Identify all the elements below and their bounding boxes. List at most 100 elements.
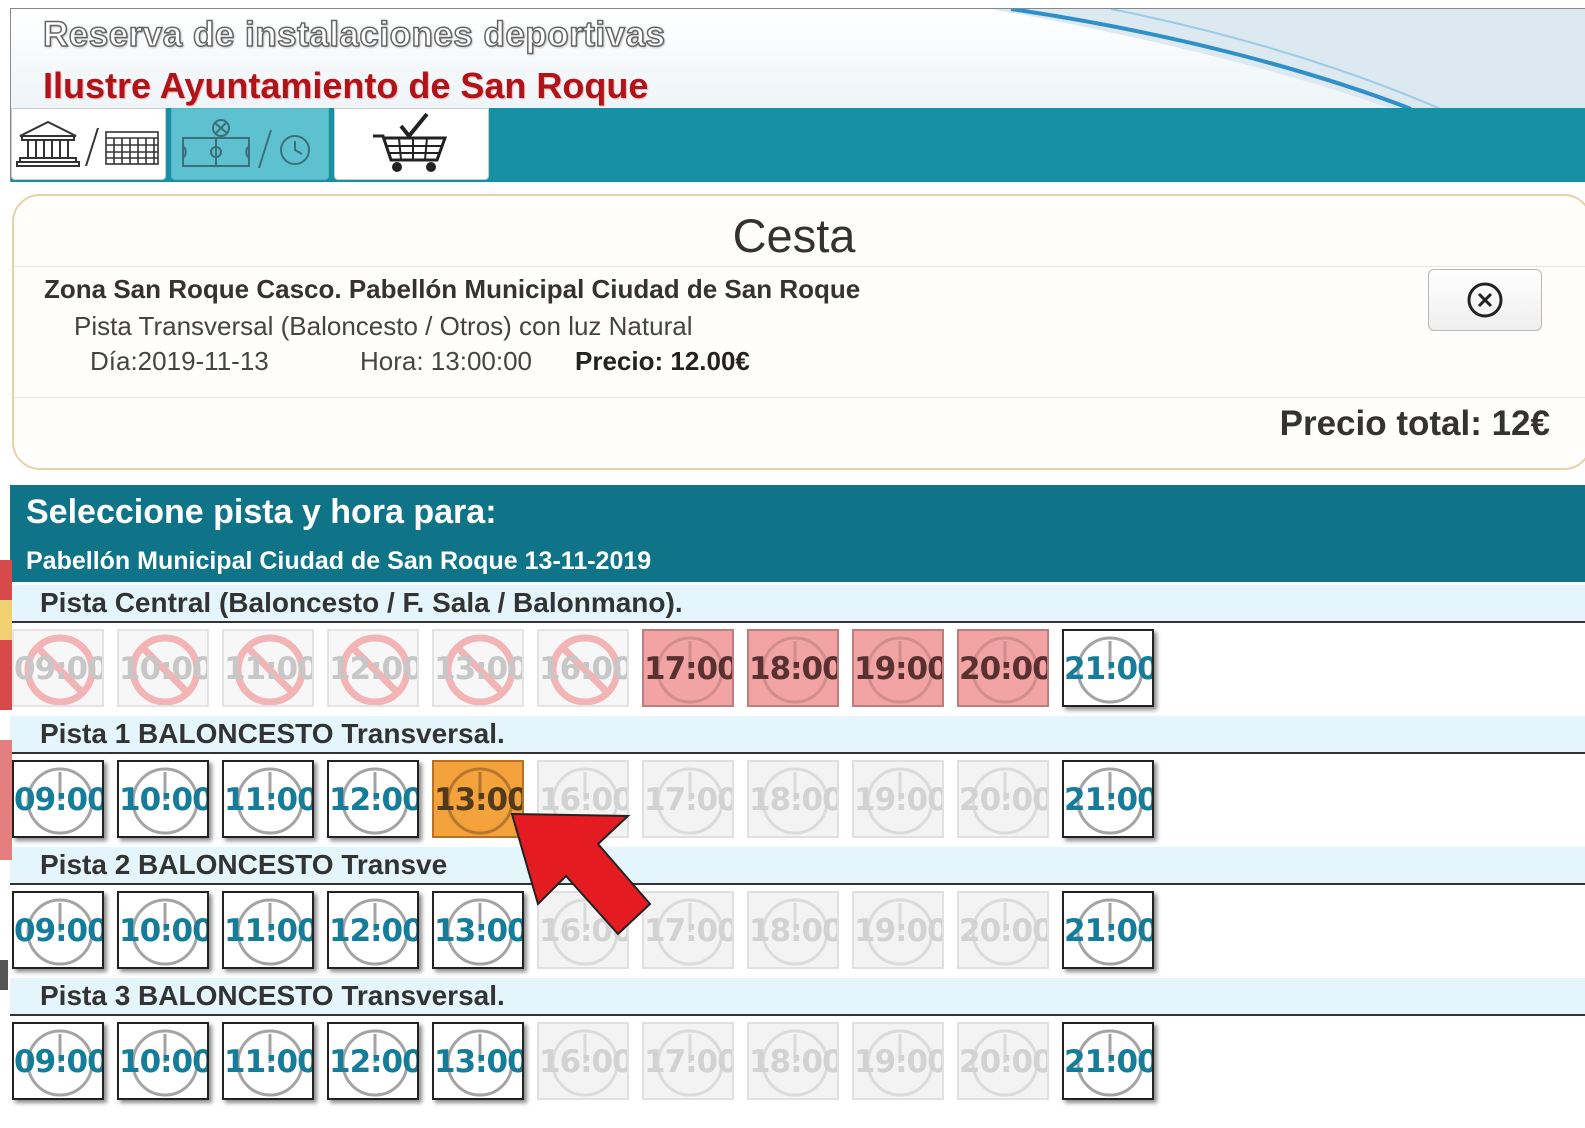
court-selection-header: Seleccione pista y hora para: Pabellón M… — [10, 485, 1585, 582]
time-slot-label: 18:00 — [749, 651, 839, 687]
time-slot-button[interactable]: 21:00 — [1062, 1022, 1154, 1100]
time-slot-button[interactable]: 09:00 — [12, 760, 104, 838]
cart-title: Cesta — [732, 209, 856, 262]
court-name: Pista 1 BALONCESTO Transversal. — [40, 718, 505, 749]
time-slot-button[interactable]: 09:00 — [12, 891, 104, 969]
time-slot-label: 20:00 — [959, 1044, 1049, 1080]
time-slot-label: 11:00 — [224, 651, 314, 687]
time-slot-button[interactable]: 21:00 — [1062, 629, 1154, 707]
courts-icon — [182, 119, 250, 167]
time-slot-label: 18:00 — [749, 1044, 839, 1080]
time-slot-button: 18:00 — [747, 1022, 839, 1100]
time-slot-label: 12:00 — [329, 651, 419, 687]
divider — [14, 397, 1585, 398]
court-name: Pista Central (Baloncesto / F. Sala / Ba… — [40, 587, 683, 618]
time-slot-button: 13:00 — [432, 629, 524, 707]
time-slot-label: 19:00 — [854, 782, 944, 818]
time-slot-label: 09:00 — [14, 1044, 104, 1080]
time-slot-button[interactable]: 21:00 — [1062, 891, 1154, 969]
time-slot-label: 17:00 — [644, 651, 734, 687]
app-window: { "header": { "title": "Reserva de insta… — [0, 0, 1585, 1128]
time-slot-label: 21:00 — [1064, 1044, 1154, 1080]
building-icon — [15, 120, 80, 167]
time-slot-label: 10:00 — [119, 913, 209, 949]
remove-item-button[interactable] — [1428, 269, 1542, 331]
time-slot-button[interactable]: 09:00 — [12, 1022, 104, 1100]
time-slot-button[interactable]: 12:00 — [327, 1022, 419, 1100]
time-slot-button: 19:00 — [852, 891, 944, 969]
court-name: Pista 2 BALONCESTO Transve — [40, 849, 448, 880]
time-slot-button: 11:00 — [222, 629, 314, 707]
time-slot-button: 16:00 — [537, 629, 629, 707]
time-slot-label: 20:00 — [959, 651, 1049, 687]
time-slot-label: 10:00 — [119, 782, 209, 818]
time-slot-label: 09:00 — [14, 782, 104, 818]
selection-subtitle: Pabellón Municipal Ciudad de San Roque 1… — [26, 547, 652, 575]
time-slot-label: 10:00 — [119, 1044, 209, 1080]
time-slot-label: 21:00 — [1064, 913, 1154, 949]
time-slot-label: 21:00 — [1064, 651, 1154, 687]
time-slot-label: 11:00 — [224, 913, 314, 949]
time-slot-button[interactable]: 21:00 — [1062, 760, 1154, 838]
time-slot-label: 09:00 — [14, 913, 104, 949]
time-slot-label: 12:00 — [329, 1044, 419, 1080]
time-slot-label: 19:00 — [854, 913, 944, 949]
time-slot-button[interactable]: 12:00 — [327, 760, 419, 838]
time-slot-label: 16:00 — [539, 651, 629, 687]
time-slot-label: 19:00 — [854, 651, 944, 687]
time-slot-button: 18:00 — [747, 629, 839, 707]
cart-check-icon — [372, 112, 447, 172]
time-slot-button: 17:00 — [642, 1022, 734, 1100]
time-slot-button[interactable]: 12:00 — [327, 891, 419, 969]
time-slot-label: 12:00 — [329, 782, 419, 818]
time-slot-button: 10:00 — [117, 629, 209, 707]
time-slot-label: 17:00 — [644, 1044, 734, 1080]
time-slot-button[interactable]: 10:00 — [117, 891, 209, 969]
time-slot-label: 21:00 — [1064, 782, 1154, 818]
divider — [14, 266, 1585, 267]
court-time-step-button[interactable] — [171, 108, 329, 180]
time-slot-button[interactable]: 11:00 — [222, 1022, 314, 1100]
clock-icon — [280, 135, 310, 165]
time-slot-button[interactable]: 13:00 — [432, 1022, 524, 1100]
cart-item-zone: Zona San Roque Casco. Pabellón Municipal… — [44, 274, 861, 304]
time-slot-button: 19:00 — [852, 629, 944, 707]
time-slot-label: 13:00 — [434, 651, 524, 687]
time-slot-label: 16:00 — [539, 1044, 629, 1080]
time-slot-label: 11:00 — [224, 782, 314, 818]
time-slot-label: 18:00 — [749, 782, 839, 818]
time-slot-button: 20:00 — [957, 1022, 1049, 1100]
time-slot-label: 11:00 — [224, 1044, 314, 1080]
calendar-icon — [104, 131, 159, 165]
court-name: Pista 3 BALONCESTO Transversal. — [40, 980, 505, 1011]
cart-step-button[interactable] — [334, 108, 489, 180]
court-label-row: Pista 3 BALONCESTO Transversal. — [10, 978, 1585, 1016]
facility-date-step-button[interactable] — [11, 108, 166, 180]
cart-item-time: Hora: 13:00:00 — [360, 346, 533, 376]
time-slot-button: 17:00 — [642, 629, 734, 707]
time-slot-label: 18:00 — [749, 913, 839, 949]
time-slot-button: 20:00 — [957, 891, 1049, 969]
time-slot-button: 16:00 — [537, 1022, 629, 1100]
time-slot-label: 10:00 — [119, 651, 209, 687]
step-toolbar — [10, 108, 1585, 182]
close-circle-icon — [1467, 282, 1503, 318]
time-slot-button: 09:00 — [12, 629, 104, 707]
app-title: Reserva de instalaciones deportivas — [42, 14, 666, 55]
time-slot-button[interactable]: 10:00 — [117, 1022, 209, 1100]
background-edge-decoration — [0, 560, 12, 990]
court-label-row: Pista 1 BALONCESTO Transversal. — [10, 716, 1585, 754]
time-slot-button[interactable]: 10:00 — [117, 760, 209, 838]
selection-title: Seleccione pista y hora para: — [26, 493, 497, 531]
red-arrow-pointer-icon — [510, 812, 652, 936]
time-slot-label: 12:00 — [329, 913, 419, 949]
time-slot-button: 12:00 — [327, 629, 419, 707]
cart-item-court: Pista Transversal (Baloncesto / Otros) c… — [74, 311, 693, 341]
time-slot-button[interactable]: 11:00 — [222, 891, 314, 969]
time-slot-label: 19:00 — [854, 1044, 944, 1080]
cart-item-date: Día:2019-11-13 — [90, 346, 269, 376]
time-slot-label: 13:00 — [434, 1044, 524, 1080]
cart-item-price: Precio: 12.00€ — [575, 346, 750, 376]
time-slot-button[interactable]: 11:00 — [222, 760, 314, 838]
cart-panel: Cesta Zona San Roque Casco. Pabellón Mun… — [12, 194, 1585, 470]
